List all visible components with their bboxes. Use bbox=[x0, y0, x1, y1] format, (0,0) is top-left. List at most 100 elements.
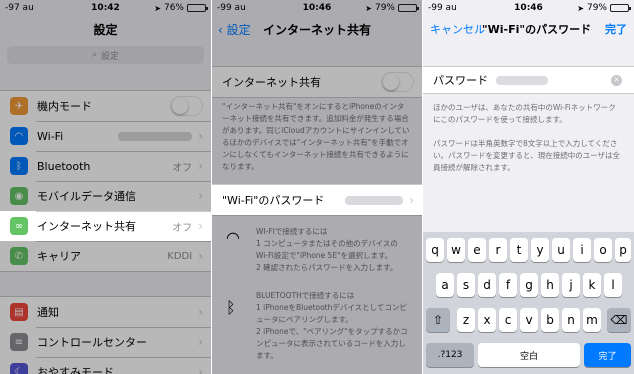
key-s[interactable]: s bbox=[457, 273, 475, 297]
key-t[interactable]: t bbox=[510, 238, 528, 262]
settings-row-bluetooth[interactable]: ᛒ Bluetooth オフ › bbox=[0, 151, 211, 181]
wifi-icon: ◠ bbox=[10, 127, 28, 145]
key-f[interactable]: f bbox=[499, 273, 517, 297]
row-label: 通知 bbox=[37, 306, 59, 319]
password-value-redacted[interactable] bbox=[496, 75, 548, 85]
bluetooth-heading: BLUETOOTHで接続するには bbox=[256, 291, 355, 300]
bluetooth-step-2: 2 iPhoneで、"ペアリング"をタップするかコンピュータに表示されているコー… bbox=[256, 327, 408, 360]
key-l[interactable]: l bbox=[604, 273, 622, 297]
chevron-right-icon: › bbox=[198, 189, 203, 203]
wifi-password-row[interactable]: "Wi-Fi"のパスワード › bbox=[212, 185, 422, 215]
key-r[interactable]: r bbox=[489, 238, 507, 262]
airplane-icon: ✈ bbox=[10, 97, 28, 115]
space-key[interactable]: 空白 bbox=[478, 343, 580, 367]
key-a[interactable]: a bbox=[436, 273, 454, 297]
battery-icon bbox=[398, 4, 419, 12]
keyboard-row-1: q w e r t y u i o p bbox=[423, 238, 634, 262]
key-b[interactable]: b bbox=[541, 308, 559, 332]
key-o[interactable]: o bbox=[594, 238, 612, 262]
wifi-icon: ◠ bbox=[226, 228, 240, 247]
hotspot-toggle-group: インターネット共有 bbox=[212, 66, 422, 98]
settings-group-connectivity: ✈ 機内モード ◠ Wi-Fi › ᛒ Bluetooth オフ › ◉ モバイ… bbox=[0, 90, 211, 272]
backspace-key[interactable]: ⌫ bbox=[607, 308, 631, 332]
settings-row-wifi[interactable]: ◠ Wi-Fi › bbox=[0, 121, 211, 151]
key-n[interactable]: n bbox=[562, 308, 580, 332]
airplane-toggle[interactable] bbox=[170, 96, 203, 116]
phone-icon: ✆ bbox=[10, 247, 28, 265]
nav-bar: 設定 bbox=[0, 16, 211, 42]
shift-key[interactable]: ⇧ bbox=[426, 308, 450, 332]
battery-icon bbox=[610, 4, 631, 12]
settings-row-notifications[interactable]: ▤ 通知 › bbox=[0, 297, 211, 327]
key-i[interactable]: i bbox=[573, 238, 591, 262]
settings-row-carrier[interactable]: ✆ キャリア KDDI › bbox=[0, 241, 211, 271]
row-label: モバイルデータ通信 bbox=[37, 190, 136, 203]
key-w[interactable]: w bbox=[447, 238, 465, 262]
battery-percent: 79% bbox=[374, 3, 395, 13]
row-label: Bluetooth bbox=[37, 159, 91, 173]
key-q[interactable]: q bbox=[426, 238, 444, 262]
shift-icon: ⇧ bbox=[432, 313, 444, 327]
hotspot-icon: ∞ bbox=[10, 217, 28, 235]
bluetooth-instructions: BLUETOOTHで接続するには 1 iPhoneをBluetoothデバイスと… bbox=[256, 290, 410, 362]
chevron-right-icon: › bbox=[198, 219, 203, 233]
key-y[interactable]: y bbox=[531, 238, 549, 262]
page-title: 設定 bbox=[93, 23, 118, 37]
done-button[interactable]: 完了 bbox=[605, 21, 627, 37]
key-c[interactable]: c bbox=[499, 308, 517, 332]
settings-row-cellular[interactable]: ◉ モバイルデータ通信 › bbox=[0, 181, 211, 211]
chevron-right-icon: › bbox=[198, 129, 203, 143]
row-label: コントロールセンター bbox=[37, 336, 147, 349]
settings-row-airplane[interactable]: ✈ 機内モード bbox=[0, 91, 211, 121]
key-k[interactable]: k bbox=[583, 273, 601, 297]
password-field[interactable]: パスワード bbox=[423, 67, 634, 93]
wifi-instructions: WI-FIで接続するには 1 コンピュータまたはその他のデバイスの Wi-Fi設… bbox=[256, 226, 410, 274]
settings-row-hotspot[interactable]: ∞ インターネット共有 オフ › bbox=[0, 211, 211, 241]
settings-row-dnd[interactable]: ☾ おやすみモード › bbox=[0, 357, 211, 374]
clear-icon[interactable]: ✕ bbox=[611, 75, 622, 86]
key-m[interactable]: m bbox=[583, 308, 601, 332]
chevron-right-icon: › bbox=[198, 159, 203, 173]
location-icon: ➤ bbox=[154, 3, 161, 13]
settings-group-system: ▤ 通知 › ≡ コントロールセンター › ☾ おやすみモード › bbox=[0, 296, 211, 374]
chevron-right-icon: › bbox=[409, 193, 414, 207]
battery-icon bbox=[187, 4, 208, 12]
location-icon: ➤ bbox=[365, 3, 372, 13]
key-j[interactable]: j bbox=[562, 273, 580, 297]
control-center-icon: ≡ bbox=[10, 333, 28, 351]
bluetooth-icon: ᛒ bbox=[10, 157, 28, 175]
key-u[interactable]: u bbox=[552, 238, 570, 262]
password-note-2: パスワードは半角英数字で8文字以上で入力してください。パスワードを変更すると、現… bbox=[433, 139, 621, 172]
password-label: パスワード bbox=[433, 74, 488, 87]
chevron-right-icon: › bbox=[198, 305, 203, 319]
bluetooth-icon: ᛒ bbox=[226, 298, 236, 317]
chevron-right-icon: › bbox=[198, 249, 203, 263]
page-title: "Wi-Fi"のパスワード bbox=[481, 23, 592, 36]
key-e[interactable]: e bbox=[468, 238, 486, 262]
settings-row-control-center[interactable]: ≡ コントロールセンター › bbox=[0, 327, 211, 357]
hotspot-toggle-row[interactable]: インターネット共有 bbox=[212, 67, 422, 97]
key-p[interactable]: p bbox=[615, 238, 631, 262]
keyboard-done-key[interactable]: 完了 bbox=[584, 343, 631, 367]
row-value: オフ bbox=[172, 222, 193, 234]
key-d[interactable]: d bbox=[478, 273, 496, 297]
key-g[interactable]: g bbox=[520, 273, 538, 297]
wifi-heading: WI-FIで接続するには bbox=[256, 227, 328, 236]
key-z[interactable]: z bbox=[457, 308, 475, 332]
hotspot-toggle[interactable] bbox=[381, 72, 414, 92]
battery-percent: 79% bbox=[586, 3, 607, 13]
row-value: KDDI bbox=[167, 250, 193, 262]
numbers-key[interactable]: .?123 bbox=[426, 343, 474, 367]
search-input[interactable]: ⌕ 設定 bbox=[7, 46, 204, 64]
keyboard: q w e r t y u i o p a s d f g h j k l ⇧ … bbox=[423, 232, 634, 374]
location-icon: ➤ bbox=[577, 3, 584, 13]
key-h[interactable]: h bbox=[541, 273, 559, 297]
keyboard-row-2: a s d f g h j k l bbox=[423, 273, 634, 297]
row-label: キャリア bbox=[37, 250, 81, 263]
nav-bar: キャンセル "Wi-Fi"のパスワード 完了 bbox=[423, 16, 634, 42]
key-x[interactable]: x bbox=[478, 308, 496, 332]
wifi-step-1: 1 コンピュータまたはその他のデバイスの Wi-Fi設定で"iPhone 5E"… bbox=[256, 239, 398, 260]
settings-screen: -97 au 10:42 ➤ 76% 設定 ⌕ 設定 ✈ 機内モード ◠ Wi-… bbox=[0, 0, 211, 374]
password-note-1: ほかのユーザは、あなたの共有中のWi-Fiネットワークにこのパスワードを使って接… bbox=[433, 103, 616, 124]
key-v[interactable]: v bbox=[520, 308, 538, 332]
